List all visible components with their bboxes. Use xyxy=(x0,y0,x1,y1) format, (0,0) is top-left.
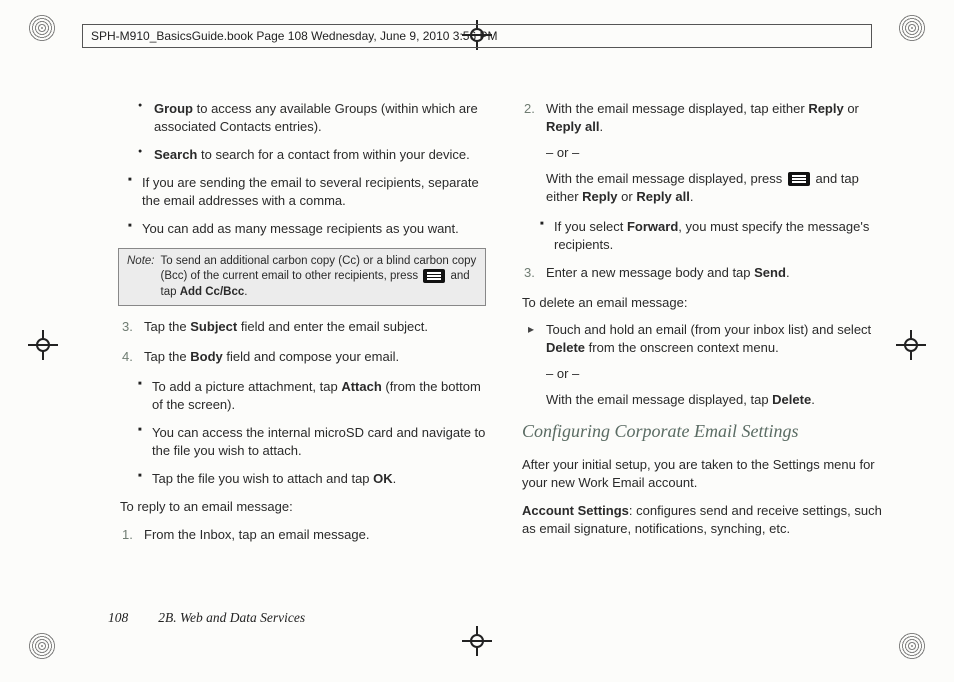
note-box: Note: To send an additional carbon copy … xyxy=(118,248,486,307)
text: With the email message displayed, press xyxy=(546,171,786,186)
step-item: 2. With the email message displayed, tap… xyxy=(546,100,888,206)
page-number: 108 xyxy=(108,610,128,626)
text: Tap the xyxy=(144,319,190,334)
term: Reply xyxy=(808,101,843,116)
term: OK xyxy=(373,471,393,486)
term: Reply all xyxy=(636,189,689,204)
list-item: Search to search for a contact from with… xyxy=(154,146,486,164)
list-item: If you select Forward, you must specify … xyxy=(554,218,888,254)
text: With the email message displayed, tap ei… xyxy=(546,101,808,116)
text: You can access the internal microSD card… xyxy=(152,425,485,458)
term: Reply all xyxy=(546,119,599,134)
header-text: SPH-M910_BasicsGuide.book Page 108 Wedne… xyxy=(91,29,497,43)
text: If you select xyxy=(554,219,627,234)
text: To add a picture attachment, tap xyxy=(152,379,341,394)
term: Reply xyxy=(582,189,617,204)
left-column: Group to access any available Groups (wi… xyxy=(120,100,486,590)
term: Delete xyxy=(546,340,585,355)
document-header: SPH-M910_BasicsGuide.book Page 108 Wedne… xyxy=(82,24,872,48)
term: Search xyxy=(154,147,197,162)
text: . xyxy=(393,471,397,486)
note-body: To send an additional carbon copy (Cc) o… xyxy=(161,254,478,301)
step-number: 1. xyxy=(122,526,133,544)
text: With the email message displayed, tap xyxy=(546,392,772,407)
text: . xyxy=(811,392,815,407)
step-item: 4. Tap the Body field and compose your e… xyxy=(144,348,486,366)
subsection-heading: Configuring Corporate Email Settings xyxy=(522,419,888,444)
registration-mark-icon xyxy=(898,14,926,42)
section-lead: To delete an email message: xyxy=(522,294,888,312)
text: from the onscreen context menu. xyxy=(585,340,779,355)
text: to search for a contact from within your… xyxy=(197,147,469,162)
text: From the Inbox, tap an email message. xyxy=(144,527,369,542)
text: If you are sending the email to several … xyxy=(142,175,479,208)
page-footer: 108 2B. Web and Data Services xyxy=(108,610,305,626)
step-number: 3. xyxy=(122,318,133,336)
text: Touch and hold an email (from your inbox… xyxy=(546,322,871,337)
text: . xyxy=(786,265,790,280)
registration-mark-icon xyxy=(898,632,926,660)
step-number: 3. xyxy=(524,264,535,282)
or-separator: – or – xyxy=(546,144,888,162)
page-content: Group to access any available Groups (wi… xyxy=(120,100,888,590)
section-lead: To reply to an email message: xyxy=(120,498,486,516)
crop-cross-icon xyxy=(896,330,926,360)
text: . xyxy=(599,119,603,134)
list-item: If you are sending the email to several … xyxy=(142,174,486,210)
step-item: 3. Enter a new message body and tap Send… xyxy=(546,264,888,282)
step-number: 2. xyxy=(524,100,535,118)
list-item: You can access the internal microSD card… xyxy=(152,424,486,460)
text: Tap the file you wish to attach and tap xyxy=(152,471,373,486)
registration-mark-icon xyxy=(28,632,56,660)
list-item: Tap the file you wish to attach and tap … xyxy=(152,470,486,488)
crop-cross-icon xyxy=(462,626,492,656)
text: field and compose your email. xyxy=(223,349,399,364)
term: Body xyxy=(190,349,223,364)
paragraph: Account Settings: configures send and re… xyxy=(522,502,888,538)
term: Subject xyxy=(190,319,237,334)
step-item: 1. From the Inbox, tap an email message. xyxy=(144,526,486,544)
step-item: 3. Tap the Subject field and enter the e… xyxy=(144,318,486,336)
text: to access any available Groups (within w… xyxy=(154,101,478,134)
term: Account Settings xyxy=(522,503,629,518)
step-number: 4. xyxy=(122,348,133,366)
or-separator: – or – xyxy=(546,365,888,383)
list-item: Group to access any available Groups (wi… xyxy=(154,100,486,136)
section-title: 2B. Web and Data Services xyxy=(158,610,305,626)
term: Forward xyxy=(627,219,678,234)
text: field and enter the email subject. xyxy=(237,319,428,334)
menu-icon xyxy=(788,172,810,186)
text: . xyxy=(244,286,247,298)
list-item: Touch and hold an email (from your inbox… xyxy=(546,321,888,409)
crop-cross-icon xyxy=(28,330,58,360)
list-item: You can add as many message recipients a… xyxy=(142,220,486,238)
text: Enter a new message body and tap xyxy=(546,265,754,280)
text: Tap the xyxy=(144,349,190,364)
list-item: To add a picture attachment, tap Attach … xyxy=(152,378,486,414)
registration-mark-icon xyxy=(28,14,56,42)
term: Delete xyxy=(772,392,811,407)
text: or xyxy=(618,189,637,204)
text: or xyxy=(844,101,859,116)
term: Group xyxy=(154,101,193,116)
text: . xyxy=(690,189,694,204)
right-column: 2. With the email message displayed, tap… xyxy=(522,100,888,590)
menu-icon xyxy=(423,269,445,283)
term: Attach xyxy=(341,379,381,394)
term: Send xyxy=(754,265,786,280)
note-label: Note: xyxy=(127,254,155,301)
term: Add Cc/Bcc xyxy=(180,286,245,298)
paragraph: After your initial setup, you are taken … xyxy=(522,456,888,492)
text: You can add as many message recipients a… xyxy=(142,221,459,236)
